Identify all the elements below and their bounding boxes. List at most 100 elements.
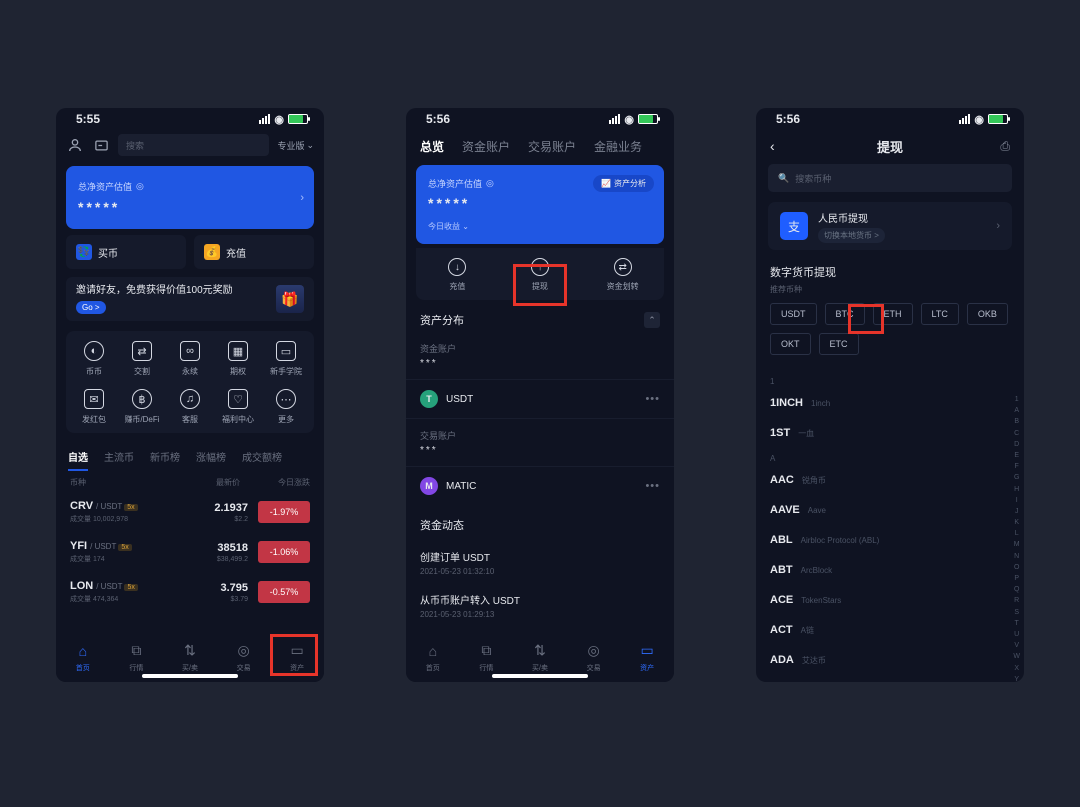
tab-funding[interactable]: 资金账户 [462, 138, 510, 155]
coin-row[interactable]: ACTA链 [756, 615, 1024, 645]
go-button[interactable]: Go > [76, 301, 106, 314]
coin-row[interactable]: AAVEAave [756, 495, 1024, 525]
tab-finance[interactable]: 金融业务 [594, 138, 642, 155]
coin-row[interactable]: 1ST一血 [756, 418, 1024, 448]
tab-new[interactable]: 新币榜 [150, 449, 180, 471]
alipay-icon: 支 [780, 212, 808, 240]
chart-icon: 📈 [601, 179, 611, 188]
profile-icon[interactable] [66, 136, 84, 154]
asset-matic[interactable]: M MATIC ••• [406, 466, 674, 505]
tab-overview[interactable]: 总览 [420, 138, 444, 155]
history-icon[interactable]: ⎙ [1000, 139, 1010, 154]
chip-eth[interactable]: ETH [873, 303, 913, 325]
grid-more[interactable]: ⋯更多 [262, 389, 310, 425]
chip-usdt[interactable]: USDT [770, 303, 817, 325]
invite-banner[interactable]: 邀请好友，免费获得价值100元奖励 Go > 🎁 [66, 277, 314, 321]
section-distribution: 资产分布 ⌃ [406, 300, 674, 336]
battery-icon [638, 114, 658, 124]
gift-icon: 🎁 [276, 285, 304, 313]
market-row[interactable]: LON/ USDT5x成交量 474,364 3.795$3.79 -0.57% [56, 572, 324, 612]
coin-row[interactable]: ABLAirbloc Protocol (ABL) [756, 525, 1024, 555]
withdraw-icon: ↑ [531, 258, 549, 276]
status-bar: 5:55 ◉ [56, 108, 324, 130]
grid-delivery[interactable]: ⇄交割 [118, 341, 166, 377]
rmb-withdraw-card[interactable]: 支 人民币提现 切换本地货币 > › [768, 202, 1012, 250]
tab-trading[interactable]: 交易账户 [528, 138, 576, 155]
usdt-icon: T [420, 390, 438, 408]
grid-earn[interactable]: ฿赚币/DeFi [118, 389, 166, 425]
transfer-icon: ⇄ [614, 258, 632, 276]
grid-spot[interactable]: ◐币币 [70, 341, 118, 377]
tab-mainstream[interactable]: 主流币 [104, 449, 134, 471]
home-indicator [492, 674, 588, 678]
wifi-icon: ◉ [624, 113, 634, 126]
funding-account-row[interactable]: 资金账户 *** [406, 336, 674, 379]
wifi-icon: ◉ [974, 113, 984, 126]
tab-favorites[interactable]: 自选 [68, 449, 88, 471]
deposit-button[interactable]: 💰充值 [194, 235, 314, 269]
alpha-index[interactable]: 1ABCDEFGHIJKLMNOPQRSTUVWXYZ [1013, 394, 1020, 682]
chip-okt[interactable]: OKT [770, 333, 811, 355]
trading-account-row[interactable]: 交易账户 *** [406, 418, 674, 466]
asset-analysis-button[interactable]: 📈资产分析 [593, 175, 654, 192]
coin-row[interactable]: AAC锐角币 [756, 465, 1024, 495]
action-bar: ↓充值 ↑提现 ⇄资金划转 [416, 248, 664, 300]
tab-volume[interactable]: 成交额榜 [242, 449, 282, 471]
coin-row[interactable]: ACETokenStars [756, 585, 1024, 615]
collapse-icon[interactable]: ⌃ [644, 312, 660, 328]
more-icon[interactable]: ••• [645, 393, 660, 405]
grid-rewards[interactable]: ♡福利中心 [214, 389, 262, 425]
deposit-button[interactable]: ↓充值 [416, 248, 499, 300]
chip-ltc[interactable]: LTC [921, 303, 959, 325]
buy-coin-button[interactable]: 💱买币 [66, 235, 186, 269]
eye-icon[interactable]: ◎ [486, 178, 494, 189]
chip-btc[interactable]: BTC [825, 303, 865, 325]
coin-row[interactable]: ABTArcBlock [756, 555, 1024, 585]
market-row[interactable]: YFI/ USDT5x成交量 174 38518$38,499.2 -1.06% [56, 532, 324, 572]
nav-assets[interactable]: ▭资产 [620, 632, 674, 682]
today-profit[interactable]: 今日收益 ⌄ [428, 221, 652, 232]
mode-toggle[interactable]: 专业版⌄ [277, 139, 314, 152]
signal-icon [259, 114, 270, 124]
market-row[interactable]: CRV/ USDT5x成交量 10,002,978 2.1937$2.2 -1.… [56, 492, 324, 532]
page-header: ‹ 提现 ⎙ [756, 130, 1024, 164]
wallet-icon: ▭ [288, 642, 306, 660]
status-bar: 5:56 ◉ [756, 108, 1024, 130]
coin-row[interactable]: 1INCH1inch [756, 388, 1024, 418]
chip-etc[interactable]: ETC [819, 333, 859, 355]
asset-card[interactable]: 总净资产估值◎ ***** › [66, 166, 314, 229]
coin-row[interactable]: ADA艾达币 [756, 645, 1024, 675]
more-icon[interactable]: ••• [645, 480, 660, 492]
nav-assets[interactable]: ▭资产 [270, 632, 324, 682]
battery-icon [288, 114, 308, 124]
grid-academy[interactable]: ▭新手学院 [262, 341, 310, 377]
wallet-icon: ▭ [638, 642, 656, 660]
grid-options[interactable]: ▦期权 [214, 341, 262, 377]
message-icon[interactable] [92, 136, 110, 154]
grid-perpetual[interactable]: ∞永续 [166, 341, 214, 377]
back-icon[interactable]: ‹ [770, 138, 775, 154]
search-input[interactable]: 搜索 [118, 134, 269, 156]
trade-icon: ⇅ [181, 642, 199, 660]
coin-search-input[interactable]: 🔍 搜索币种 [768, 164, 1012, 192]
withdraw-button[interactable]: ↑提现 [499, 248, 582, 300]
activity-row[interactable]: 从币币账户转入 USDT2021-05-23 01:29:13 [406, 584, 674, 627]
status-time: 5:56 [776, 112, 800, 126]
home-icon: ⌂ [74, 642, 92, 660]
asset-usdt[interactable]: T USDT ••• [406, 379, 674, 418]
nav-home[interactable]: ⌂首页 [406, 632, 460, 682]
page-title: 提现 [877, 137, 903, 156]
transfer-button[interactable]: ⇄资金划转 [581, 248, 664, 300]
grid-support[interactable]: ♫客服 [166, 389, 214, 425]
tab-gainers[interactable]: 涨幅榜 [196, 449, 226, 471]
signal-icon [609, 114, 620, 124]
nav-home[interactable]: ⌂首页 [56, 632, 110, 682]
phone-screen-2: 5:56 ◉ 总览 资金账户 交易账户 金融业务 总净资产估值◎ ***** 今… [406, 108, 674, 682]
status-time: 5:55 [76, 112, 100, 126]
pct-badge: -1.06% [258, 541, 310, 563]
grid-redpacket[interactable]: ✉发红包 [70, 389, 118, 425]
activity-row[interactable]: 创建订单 USDT2021-05-23 01:32:10 [406, 541, 674, 584]
pct-badge: -0.57% [258, 581, 310, 603]
eye-icon[interactable]: ◎ [136, 181, 144, 192]
chip-okb[interactable]: OKB [967, 303, 1008, 325]
